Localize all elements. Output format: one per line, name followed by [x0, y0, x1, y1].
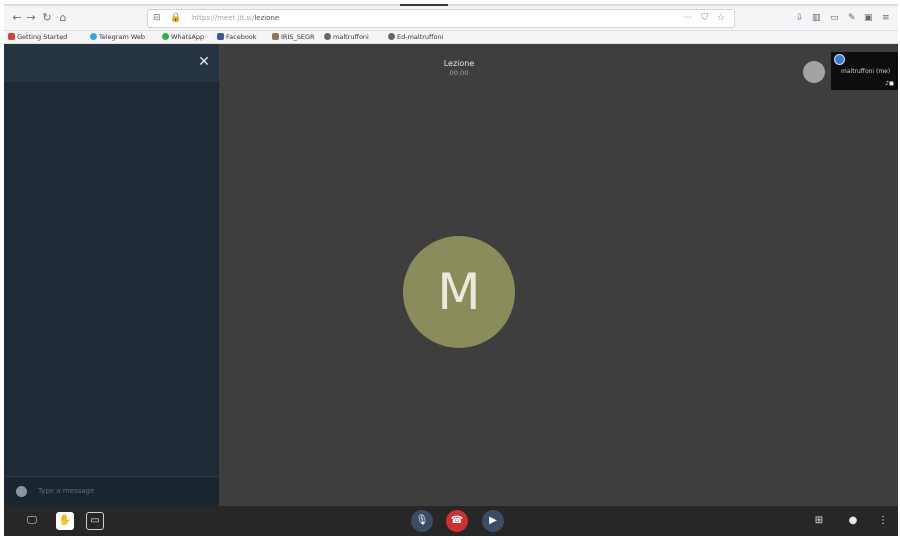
lock-icon[interactable]: 🔒	[170, 11, 181, 26]
chat-header: ✕	[4, 44, 219, 82]
bookmarks-bar: Getting Started Telegram Web WhatsApp Fa…	[4, 31, 898, 44]
hangup-icon[interactable]: ☎	[446, 510, 468, 532]
bookmark-icon	[388, 33, 395, 40]
raise-hand-icon[interactable]: ✋	[56, 512, 74, 530]
info-icon[interactable]: ●	[844, 512, 862, 530]
bookmark-item[interactable]: Facebook	[217, 32, 257, 42]
toolbar: 🖵 ✋ ▭ 🎙 ☎ ▶ ⊞ ● ⋮	[4, 506, 898, 536]
forward-icon[interactable]: →	[24, 10, 38, 26]
emoji-icon[interactable]	[16, 486, 27, 497]
bookmark-item[interactable]: Ed-maltruffoni	[388, 32, 443, 42]
screen-share-icon[interactable]: 🖵	[23, 512, 41, 530]
bookmark-icon	[324, 33, 331, 40]
address-bar[interactable]: ⊟ 🔒 https://meet.jit.si/lezione ⋯ ⛉ ☆	[147, 9, 735, 28]
bookmark-icon	[162, 33, 169, 40]
bookmark-item[interactable]: IRIS_SEGR	[272, 32, 315, 42]
library-icon[interactable]: ▥	[812, 12, 821, 24]
participant-avatar: M	[403, 236, 515, 348]
browser-window: ← → ↻ ⌂ ⊟ 🔒 https://meet.jit.si/lezione …	[4, 4, 898, 536]
bookmark-icon	[90, 33, 97, 40]
chat-input-bar[interactable]: Type a message	[4, 476, 219, 507]
moderator-icon	[834, 54, 845, 65]
mic-status-icon: ♪◼	[885, 80, 894, 87]
chat-icon[interactable]: ▭	[86, 512, 104, 530]
camera-muted-icon[interactable]: ▶	[482, 510, 504, 532]
thumbnail-name: maltruffoni (me)	[841, 68, 891, 75]
chat-panel: ✕ Type a message	[4, 44, 219, 507]
meeting-stage: ✕ Type a message Lezione 00:00 M maltruf…	[4, 44, 898, 507]
bookmark-icon	[272, 33, 279, 40]
bookmark-icon	[8, 33, 15, 40]
chat-input[interactable]: Type a message	[38, 487, 94, 495]
menu-icon[interactable]: ≡	[882, 12, 890, 24]
small-avatar[interactable]	[803, 61, 825, 83]
sidebar-icon[interactable]: ▭	[830, 12, 839, 24]
meeting-title: Lezione	[443, 59, 475, 68]
more-icon[interactable]: ⋮	[874, 512, 892, 530]
url-text[interactable]: https://meet.jit.si/lezione	[192, 12, 279, 24]
bookmark-icon	[217, 33, 224, 40]
reload-icon[interactable]: ↻	[40, 10, 54, 26]
close-icon[interactable]: ✕	[194, 52, 214, 72]
local-video-thumbnail[interactable]: maltruffoni (me) ♪◼	[831, 52, 898, 90]
tile-view-icon[interactable]: ⊞	[810, 512, 828, 530]
microphone-muted-icon[interactable]: 🎙	[411, 510, 433, 532]
nav-bar: ← → ↻ ⌂ ⊟ 🔒 https://meet.jit.si/lezione …	[4, 6, 898, 31]
page-actions[interactable]: ⋯ ⛉ ☆	[683, 11, 728, 26]
meeting-header: Lezione 00:00	[404, 58, 514, 78]
home-icon[interactable]: ⌂	[56, 10, 70, 26]
download-icon[interactable]: ⇩	[796, 12, 804, 24]
reader-icon[interactable]: ⊟	[153, 11, 161, 26]
bookmark-item[interactable]: WhatsApp	[162, 32, 204, 42]
meeting-timer: 00:00	[449, 69, 469, 77]
back-icon[interactable]: ←	[10, 10, 24, 26]
bookmark-item[interactable]: maltruffoni	[324, 32, 369, 42]
extension-icon[interactable]: ✎	[848, 12, 856, 24]
bookmark-item[interactable]: Telegram Web	[90, 32, 145, 42]
bookmark-item[interactable]: Getting Started	[8, 32, 67, 42]
screenshot-icon[interactable]: ▣	[864, 12, 873, 24]
